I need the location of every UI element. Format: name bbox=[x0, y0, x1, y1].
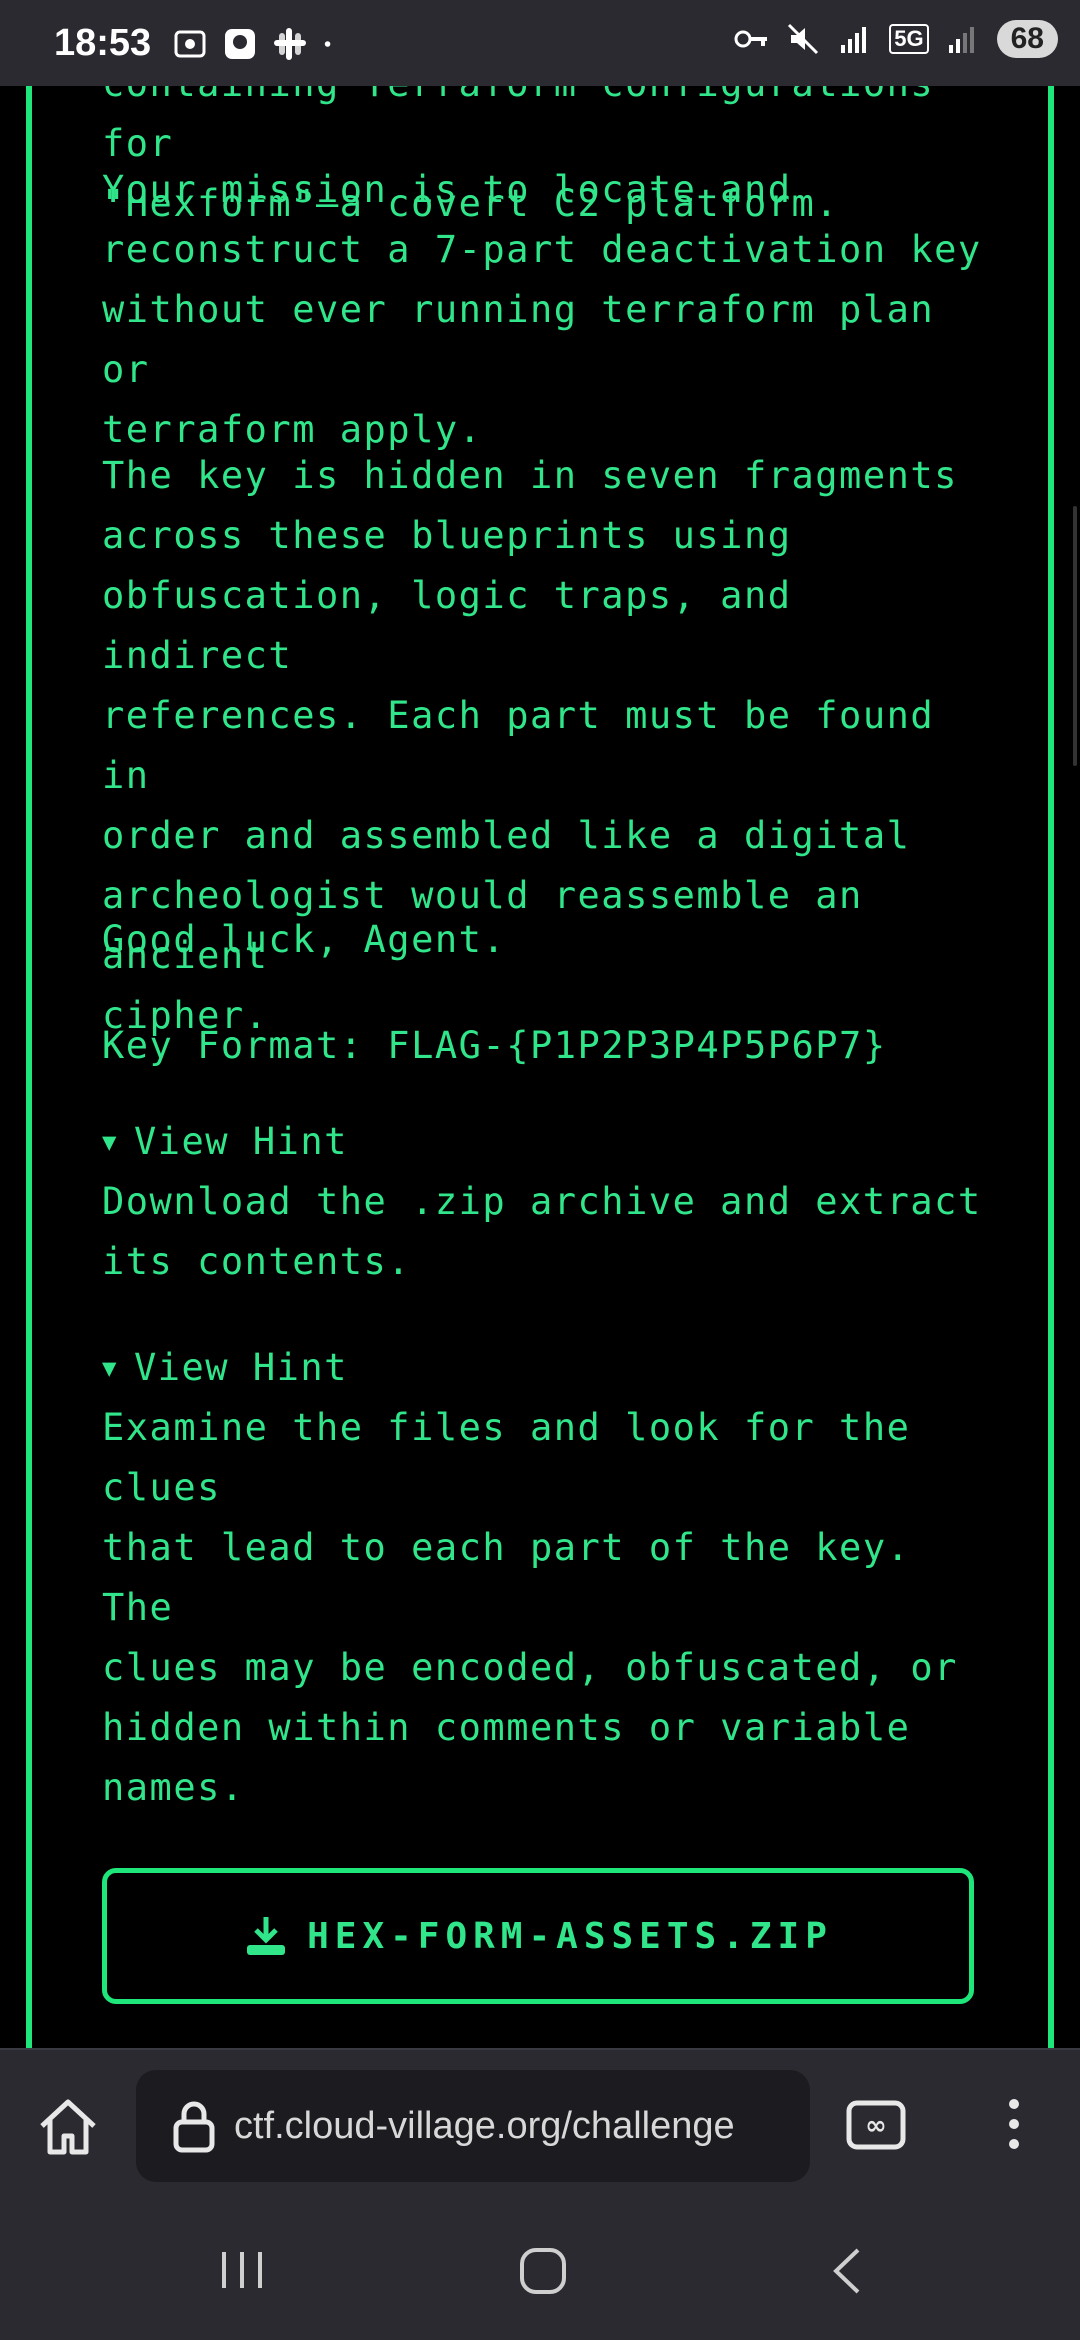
recent-apps-icon[interactable] bbox=[218, 2248, 266, 2292]
url-text: ctf.cloud-village.org/challenge bbox=[234, 2104, 735, 2147]
vpn-key-icon bbox=[734, 30, 768, 48]
key-format-text: Key Format: FLAG-{P1P2P3P4P5P6P7} bbox=[102, 1024, 887, 1067]
tabs-icon[interactable]: ∞ bbox=[846, 2100, 906, 2150]
home-nav-icon[interactable] bbox=[518, 2246, 568, 2296]
hint-2-label: View Hint bbox=[133, 1346, 348, 1389]
more-vert-icon[interactable] bbox=[1000, 2094, 1028, 2154]
triangle-down-icon: ▼ bbox=[102, 1128, 118, 1156]
screenshot-icon bbox=[174, 30, 206, 58]
svg-text:∞: ∞ bbox=[865, 2111, 887, 2141]
mute-icon bbox=[788, 23, 819, 55]
status-bar: 18:53 5G 68 bbox=[0, 0, 1080, 86]
browser-toolbar: ctf.cloud-village.org/challenge ∞ bbox=[0, 2048, 1080, 2200]
mission-text: Your mission is to locate and reconstruc… bbox=[102, 168, 982, 451]
download-label: HEX-FORM-ASSETS.ZIP bbox=[307, 1915, 833, 1957]
hint-2-toggle[interactable]: ▼ View Hint bbox=[102, 1338, 982, 1398]
clock: 18:53 bbox=[54, 22, 152, 64]
hint-1-label: View Hint bbox=[133, 1120, 348, 1163]
frame-border-right bbox=[1048, 86, 1054, 2048]
hint-1-toggle[interactable]: ▼ View Hint bbox=[102, 1112, 982, 1172]
system-nav-bar bbox=[0, 2200, 1080, 2340]
signal-icon bbox=[948, 27, 974, 53]
scrollbar[interactable] bbox=[1073, 506, 1077, 766]
battery-level: 68 bbox=[996, 20, 1058, 58]
hint-2-text: Examine the files and look for the clues… bbox=[102, 1406, 958, 1809]
triangle-down-icon: ▼ bbox=[102, 1354, 118, 1382]
lock-icon[interactable] bbox=[172, 2098, 216, 2154]
web-page: containing Terraform configurations for … bbox=[0, 86, 1080, 2048]
download-icon bbox=[247, 1917, 286, 1955]
back-icon[interactable] bbox=[828, 2246, 868, 2296]
download-assets-button[interactable]: HEX-FORM-ASSETS.ZIP bbox=[102, 1868, 974, 2004]
hint-1-text: Download the .zip archive and extract it… bbox=[102, 1180, 982, 1283]
home-icon[interactable] bbox=[36, 2096, 100, 2158]
app-notification-icon bbox=[225, 29, 255, 59]
slack-icon bbox=[274, 28, 306, 60]
frame-border-left bbox=[26, 86, 32, 2048]
address-bar[interactable]: ctf.cloud-village.org/challenge bbox=[136, 2070, 810, 2182]
hint-2: ▼ View Hint Examine the files and look f… bbox=[102, 1338, 982, 1818]
good-luck-text: Good luck, Agent. bbox=[102, 918, 507, 961]
dot-icon bbox=[324, 41, 331, 47]
signal-r-icon bbox=[841, 27, 867, 53]
hint-1: ▼ View Hint Download the .zip archive an… bbox=[102, 1112, 982, 1292]
network-5g: 5G bbox=[889, 24, 929, 54]
